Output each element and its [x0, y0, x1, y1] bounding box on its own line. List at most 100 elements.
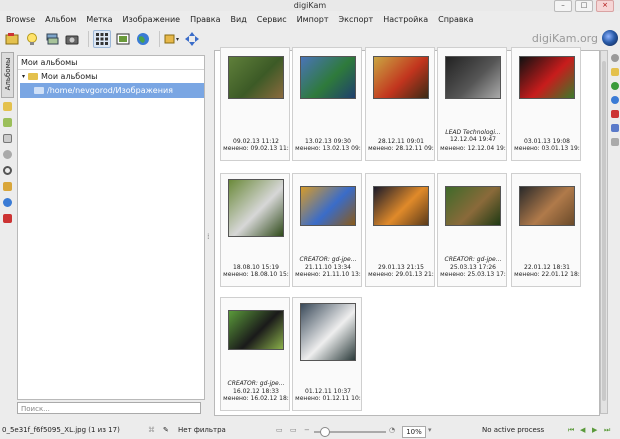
- album-tree-item-images[interactable]: /home/nevgorod/Изображения: [20, 83, 204, 98]
- menu-view[interactable]: Вид: [231, 15, 247, 24]
- properties-icon[interactable]: [611, 54, 619, 62]
- new-album-button[interactable]: [4, 31, 20, 47]
- splitter-handle[interactable]: ⁞: [207, 232, 210, 241]
- thumbnail-modified: менено: 03.01.13 19:: [514, 145, 580, 152]
- versions-icon[interactable]: [611, 124, 619, 132]
- thumbnail-image: [519, 186, 575, 226]
- thumbnail-view-button[interactable]: [93, 29, 111, 48]
- filter-status: Нет фильтра: [178, 426, 226, 434]
- first-image-icon[interactable]: ⏮: [568, 422, 574, 439]
- previous-image-icon[interactable]: ◀: [580, 422, 585, 439]
- tab-tags-icon[interactable]: [3, 118, 12, 127]
- menu-image[interactable]: Изображение: [123, 15, 181, 24]
- album-panel-header: Мои альбомы: [18, 56, 204, 70]
- expand-arrow-icon[interactable]: ▾: [22, 70, 25, 83]
- menu-browse[interactable]: Browse: [6, 15, 35, 24]
- thumbnail-date: 03.01.13 19:08: [524, 138, 570, 145]
- album-tree-root[interactable]: ▾ Мои альбомы: [18, 70, 204, 83]
- thumbnail-item[interactable]: LEAD Technologi... 12.12.04 19:47 менено…: [437, 47, 507, 161]
- thumbnail-item[interactable]: CREATOR: gd-jpe... 25.03.13 17:26 менено…: [437, 173, 507, 287]
- people-icon[interactable]: [3, 214, 12, 223]
- thumbnail-item[interactable]: 03.01.13 19:08 менено: 03.01.13 19:: [511, 47, 581, 161]
- fullscreen-button[interactable]: [184, 31, 200, 47]
- colors-icon[interactable]: [611, 96, 619, 104]
- menu-edit[interactable]: Правка: [190, 15, 220, 24]
- thumbnail-date: 21.11.10 13:34: [305, 264, 351, 271]
- zoom-minus-icon[interactable]: −: [304, 422, 310, 439]
- wrench-icon[interactable]: ✎: [163, 422, 169, 439]
- thumbnail-item[interactable]: 28.12.11 09:01 менено: 28.12.11 09:: [365, 47, 435, 161]
- thumbnail-item[interactable]: 09.02.13 11:12 менено: 09.02.13 11:: [220, 47, 290, 161]
- grid-icon: [96, 32, 108, 45]
- scrollbar-thumb[interactable]: [602, 61, 606, 401]
- preview-icon: [116, 33, 130, 44]
- menu-export[interactable]: Экспорт: [339, 15, 374, 24]
- slideshow-button[interactable]: [164, 31, 180, 47]
- menu-bar: Browse Альбом Метка Изображение Правка В…: [0, 12, 620, 27]
- menu-album[interactable]: Альбом: [45, 15, 76, 24]
- stack-icon: [46, 33, 59, 44]
- menu-tools[interactable]: Сервис: [257, 15, 287, 24]
- zoom-dropdown-icon[interactable]: ▾: [428, 422, 432, 439]
- thumbnail-title: CREATOR: gd-jpe...: [299, 256, 357, 263]
- last-image-icon[interactable]: ⏭: [604, 422, 610, 439]
- current-file-status: 0_5e31f_f6f5095_XL.jpg (1 из 17): [2, 426, 120, 434]
- thumbnail-item[interactable]: CREATOR: gd-jpe... 21.11.10 13:34 менено…: [292, 173, 362, 287]
- thumbnail-modified: менено: 22.01.12 18:: [514, 271, 580, 278]
- light-table-button[interactable]: [24, 31, 40, 47]
- menu-help[interactable]: Справка: [438, 15, 473, 24]
- album-search-input[interactable]: Поиск...: [17, 402, 201, 414]
- window-titlebar: digiKam – □ ×: [0, 0, 620, 12]
- preview-view-button[interactable]: [115, 31, 131, 47]
- status-bar: 0_5e31f_f6f5095_XL.jpg (1 из 17) ⌘ ✎ Нет…: [0, 422, 620, 439]
- thumbnail-image: [228, 56, 284, 99]
- menu-settings[interactable]: Настройка: [383, 15, 428, 24]
- thumbnail-modified: менено: 01.12.11 10:: [295, 395, 361, 402]
- menu-import[interactable]: Импорт: [297, 15, 329, 24]
- next-image-icon[interactable]: ▶: [592, 422, 597, 439]
- thumbnail-image: [519, 56, 575, 99]
- fuzzy-search-icon[interactable]: [3, 182, 12, 191]
- thumbnail-item[interactable]: 29.01.13 21:15 менено: 29.01.13 21:: [365, 173, 435, 287]
- album-tree-item-label: /home/nevgorod/Изображения: [47, 86, 173, 95]
- zoom-level-field[interactable]: 10%: [402, 426, 426, 438]
- map-view-button[interactable]: [135, 31, 151, 47]
- thumbnail-image: [300, 56, 356, 99]
- digikam-logo-icon: [602, 30, 618, 46]
- geolocation-icon[interactable]: [611, 82, 619, 90]
- captions-icon[interactable]: [611, 110, 619, 118]
- thumbnail-date: 01.12.11 10:37: [305, 388, 351, 395]
- zoom-reset-icon[interactable]: ◔: [389, 422, 395, 439]
- thumbnail-item[interactable]: 18.08.10 15:19 менено: 18.08.10 15:: [220, 173, 290, 287]
- thumbnail-modified: менено: 12.12.04 19:: [440, 145, 506, 152]
- camera-import-button[interactable]: [64, 31, 80, 47]
- zoom-out-icon[interactable]: ▭: [290, 422, 297, 439]
- thumbnail-modified: менено: 09.02.13 11:: [223, 145, 289, 152]
- tab-collections-icon[interactable]: [3, 102, 12, 111]
- tab-albums[interactable]: Альбомы: [1, 52, 14, 98]
- close-button[interactable]: ×: [596, 0, 614, 12]
- tab-albums-label: Альбомы: [4, 57, 12, 91]
- map-search-icon[interactable]: [3, 198, 12, 207]
- zoom-slider-handle[interactable]: [320, 427, 330, 437]
- thumbnail-date: 13.02.13 09:30: [305, 138, 351, 145]
- maximize-button[interactable]: □: [575, 0, 593, 12]
- tab-calendar-icon[interactable]: [3, 134, 12, 143]
- thumbnail-scrollbar[interactable]: [600, 50, 608, 414]
- minimize-button[interactable]: –: [554, 0, 572, 12]
- thumbnail-image: [445, 186, 501, 226]
- zoom-fit-icon[interactable]: ▭: [276, 422, 283, 439]
- tab-timeline-icon[interactable]: [3, 150, 12, 159]
- thumbnail-image: [228, 310, 284, 350]
- thumbnail-modified: менено: 16.02.12 18:: [223, 395, 289, 402]
- batch-queue-button[interactable]: [44, 31, 60, 47]
- thumbnail-item[interactable]: CREATOR: gd-jpe... 16.02.12 18:33 менено…: [220, 297, 290, 411]
- thumbnail-item[interactable]: 13.02.13 09:30 менено: 13.02.13 09:: [292, 47, 362, 161]
- filters-icon[interactable]: [611, 138, 619, 146]
- menu-tag[interactable]: Метка: [86, 15, 112, 24]
- thumbnail-item[interactable]: 01.12.11 10:37 менено: 01.12.11 10:: [292, 297, 362, 411]
- search-icon[interactable]: [3, 166, 12, 175]
- window-title: digiKam: [293, 1, 327, 10]
- thumbnail-item[interactable]: 22.01.12 18:31 менено: 22.01.12 18:: [511, 173, 581, 287]
- metadata-icon[interactable]: [611, 68, 619, 76]
